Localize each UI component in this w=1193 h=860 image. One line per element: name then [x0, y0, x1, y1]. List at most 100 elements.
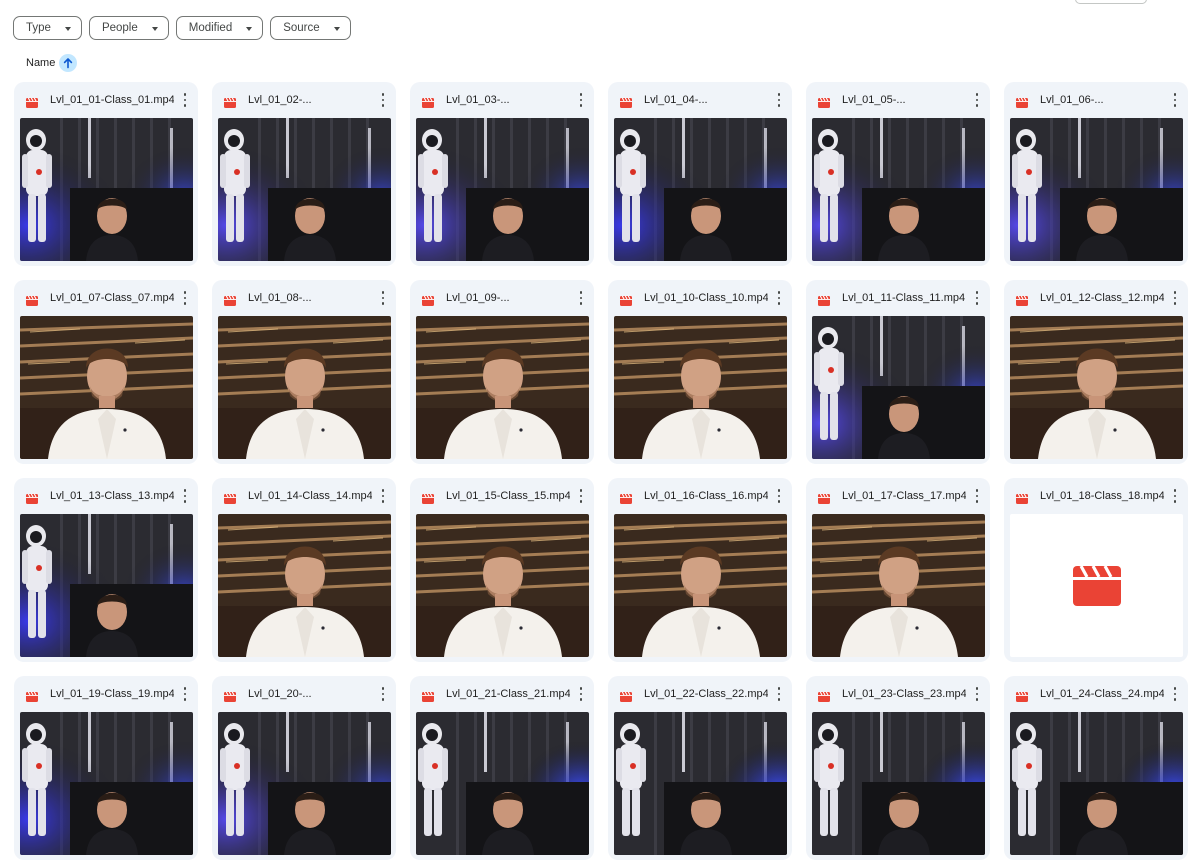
file-name[interactable]: Lvl_01_02-... [248, 94, 312, 106]
sort-direction-button[interactable] [59, 54, 78, 72]
video-thumbnail[interactable] [1010, 514, 1183, 657]
more-actions-icon[interactable] [380, 291, 386, 305]
video-thumbnail[interactable] [218, 712, 391, 855]
file-card[interactable]: Lvl_01_17-Class_17.mp4 [806, 478, 990, 662]
file-card[interactable]: Lvl_01_10-Class_10.mp4 [608, 280, 792, 464]
file-name[interactable]: Lvl_01_06-... [1040, 94, 1104, 106]
more-actions-icon[interactable] [1172, 687, 1178, 701]
file-name[interactable]: Lvl_01_04-... [644, 94, 708, 106]
video-thumbnail[interactable] [20, 316, 193, 459]
more-actions-icon[interactable] [182, 291, 188, 305]
file-card[interactable]: Lvl_01_11-Class_11.mp4 [806, 280, 990, 464]
file-name[interactable]: Lvl_01_18-Class_18.mp4 [1040, 490, 1164, 502]
file-card[interactable]: Lvl_01_13-Class_13.mp4 [14, 478, 198, 662]
file-name[interactable]: Lvl_01_12-Class_12.mp4 [1040, 292, 1164, 304]
file-card[interactable]: Lvl_01_01-Class_01.mp4 [14, 82, 198, 266]
more-actions-icon[interactable] [974, 489, 980, 503]
more-actions-icon[interactable] [380, 93, 386, 107]
more-actions-icon[interactable] [578, 489, 584, 503]
video-thumbnail[interactable] [614, 712, 787, 855]
more-actions-icon[interactable] [776, 291, 782, 305]
video-thumbnail[interactable] [614, 118, 787, 261]
file-name[interactable]: Lvl_01_05-... [842, 94, 906, 106]
more-actions-icon[interactable] [380, 489, 386, 503]
file-card[interactable]: Lvl_01_24-Class_24.mp4 [1004, 676, 1188, 860]
video-thumbnail[interactable] [1010, 712, 1183, 855]
more-actions-icon[interactable] [974, 291, 980, 305]
video-thumbnail[interactable] [20, 712, 193, 855]
more-actions-icon[interactable] [380, 687, 386, 701]
file-card[interactable]: Lvl_01_19-Class_19.mp4 [14, 676, 198, 860]
video-thumbnail[interactable] [416, 316, 589, 459]
video-thumbnail[interactable] [416, 712, 589, 855]
filter-source-chip[interactable]: Source [270, 16, 351, 40]
more-actions-icon[interactable] [578, 687, 584, 701]
video-thumbnail[interactable] [812, 712, 985, 855]
file-card[interactable]: Lvl_01_09-... [410, 280, 594, 464]
more-actions-icon[interactable] [1172, 93, 1178, 107]
file-name[interactable]: Lvl_01_22-Class_22.mp4 [644, 688, 768, 700]
more-actions-icon[interactable] [776, 687, 782, 701]
video-thumbnail[interactable] [218, 514, 391, 657]
file-card[interactable]: Lvl_01_04-... [608, 82, 792, 266]
file-name[interactable]: Lvl_01_13-Class_13.mp4 [50, 490, 174, 502]
file-card[interactable]: Lvl_01_02-... [212, 82, 396, 266]
more-actions-icon[interactable] [182, 489, 188, 503]
file-card[interactable]: Lvl_01_20-... [212, 676, 396, 860]
file-name[interactable]: Lvl_01_21-Class_21.mp4 [446, 688, 570, 700]
video-thumbnail[interactable] [20, 118, 193, 261]
file-card[interactable]: Lvl_01_05-... [806, 82, 990, 266]
file-card[interactable]: Lvl_01_07-Class_07.mp4 [14, 280, 198, 464]
file-card[interactable]: Lvl_01_16-Class_16.mp4 [608, 478, 792, 662]
video-thumbnail[interactable] [812, 514, 985, 657]
file-name[interactable]: Lvl_01_23-Class_23.mp4 [842, 688, 966, 700]
file-card[interactable]: Lvl_01_18-Class_18.mp4 [1004, 478, 1188, 662]
filter-people-chip[interactable]: People [88, 16, 169, 40]
file-name[interactable]: Lvl_01_20-... [248, 688, 312, 700]
video-thumbnail[interactable] [1010, 118, 1183, 261]
file-name[interactable]: Lvl_01_14-Class_14.mp4 [248, 490, 372, 502]
more-actions-icon[interactable] [776, 93, 782, 107]
video-thumbnail[interactable] [218, 316, 391, 459]
video-thumbnail[interactable] [416, 118, 589, 261]
video-thumbnail[interactable] [812, 316, 985, 459]
video-thumbnail[interactable] [812, 118, 985, 261]
filter-modified-chip[interactable]: Modified [175, 16, 264, 40]
video-thumbnail[interactable] [218, 118, 391, 261]
more-actions-icon[interactable] [578, 93, 584, 107]
file-card[interactable]: Lvl_01_06-... [1004, 82, 1188, 266]
more-actions-icon[interactable] [182, 687, 188, 701]
more-actions-icon[interactable] [1172, 291, 1178, 305]
video-thumbnail[interactable] [20, 514, 193, 657]
video-thumbnail[interactable] [614, 316, 787, 459]
file-card[interactable]: Lvl_01_12-Class_12.mp4 [1004, 280, 1188, 464]
file-card[interactable]: Lvl_01_21-Class_21.mp4 [410, 676, 594, 860]
file-name[interactable]: Lvl_01_17-Class_17.mp4 [842, 490, 966, 502]
more-actions-icon[interactable] [1172, 489, 1178, 503]
more-actions-icon[interactable] [578, 291, 584, 305]
file-name[interactable]: Lvl_01_15-Class_15.mp4 [446, 490, 570, 502]
file-card[interactable]: Lvl_01_22-Class_22.mp4 [608, 676, 792, 860]
file-name[interactable]: Lvl_01_10-Class_10.mp4 [644, 292, 768, 304]
file-card[interactable]: Lvl_01_14-Class_14.mp4 [212, 478, 396, 662]
file-name[interactable]: Lvl_01_16-Class_16.mp4 [644, 490, 768, 502]
file-name[interactable]: Lvl_01_03-... [446, 94, 510, 106]
file-name[interactable]: Lvl_01_09-... [446, 292, 510, 304]
file-name[interactable]: Lvl_01_01-Class_01.mp4 [50, 94, 174, 106]
filter-type-chip[interactable]: Type [13, 16, 82, 40]
file-card[interactable]: Lvl_01_08-... [212, 280, 396, 464]
video-thumbnail[interactable] [1010, 316, 1183, 459]
more-actions-icon[interactable] [776, 489, 782, 503]
top-partial-button[interactable] [1075, 0, 1147, 4]
video-thumbnail[interactable] [416, 514, 589, 657]
file-card[interactable]: Lvl_01_15-Class_15.mp4 [410, 478, 594, 662]
file-name[interactable]: Lvl_01_07-Class_07.mp4 [50, 292, 174, 304]
file-name[interactable]: Lvl_01_11-Class_11.mp4 [842, 292, 965, 304]
sort-name-label[interactable]: Name [26, 57, 55, 69]
file-card[interactable]: Lvl_01_23-Class_23.mp4 [806, 676, 990, 860]
more-actions-icon[interactable] [182, 93, 188, 107]
file-name[interactable]: Lvl_01_24-Class_24.mp4 [1040, 688, 1164, 700]
file-name[interactable]: Lvl_01_19-Class_19.mp4 [50, 688, 174, 700]
video-thumbnail[interactable] [614, 514, 787, 657]
more-actions-icon[interactable] [974, 687, 980, 701]
